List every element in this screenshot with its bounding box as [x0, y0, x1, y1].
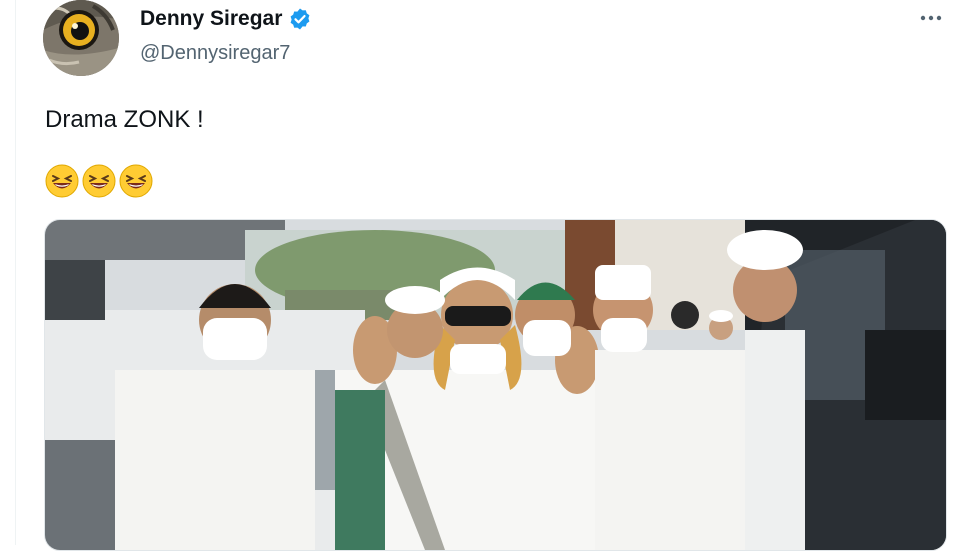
laughing-face-icon [82, 164, 116, 198]
author-handle[interactable]: @Dennysiregar7 [140, 42, 290, 65]
laughing-face-icon [45, 164, 79, 198]
tweet-emoji-row [45, 164, 153, 198]
crowd-photo-image [45, 220, 946, 550]
tweet-text: Drama ZONK ! [45, 106, 204, 133]
timeline-border [15, 0, 16, 545]
author-display-name[interactable]: Denny Siregar [140, 7, 282, 31]
avatar[interactable] [43, 0, 119, 76]
owl-avatar-image [43, 0, 119, 76]
author-name-row[interactable]: Denny Siregar [140, 7, 312, 31]
laughing-face-icon [119, 164, 153, 198]
verified-badge-icon [288, 7, 312, 31]
tweet-photo[interactable] [44, 219, 947, 551]
more-options-icon[interactable] [914, 6, 948, 30]
